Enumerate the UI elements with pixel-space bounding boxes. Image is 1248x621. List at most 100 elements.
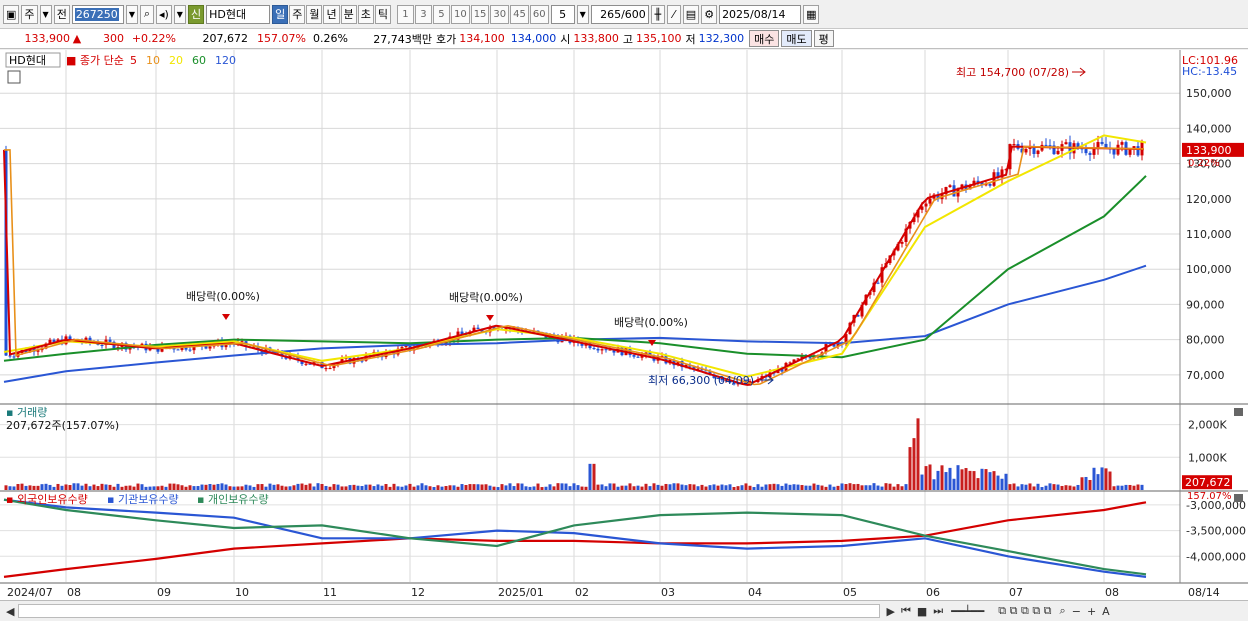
volume-bar <box>1128 484 1132 490</box>
volume-bar <box>1032 486 1036 490</box>
tab-4[interactable]: 분 <box>340 4 357 24</box>
volume-bar <box>396 486 400 490</box>
calendar-icon[interactable]: ▦ <box>803 4 820 24</box>
zoom-icon[interactable]: ⌕ <box>1060 604 1066 618</box>
volume-bar <box>1060 485 1064 490</box>
volume-bar <box>740 485 744 490</box>
volume-bar <box>304 484 308 490</box>
candle-type-icon[interactable]: ╫ <box>650 4 665 24</box>
interval-30[interactable]: 30 <box>490 4 510 24</box>
volume-bar <box>1064 485 1068 490</box>
volume-bar <box>644 483 648 490</box>
volume-bar <box>24 485 28 490</box>
volume-bar <box>792 484 796 490</box>
window-layout-icon[interactable]: ▣ <box>3 4 20 24</box>
tab-5[interactable]: 초 <box>357 4 374 24</box>
volume-bar <box>32 485 36 490</box>
volume-bar <box>824 486 828 490</box>
interval-60[interactable]: 60 <box>529 4 549 24</box>
volume-bar <box>848 483 852 490</box>
volume-bar <box>544 486 548 490</box>
interval-10[interactable]: 10 <box>450 4 470 24</box>
bottom-bar: ◀ ▶ ⏮ ■ ⏭ ━━┷━━ ⧉ ⧉ ⧉ ⧉ ⧉ ⌕ − + A <box>0 600 1248 621</box>
tab-0[interactable]: 일 <box>272 4 289 24</box>
date-value: 2025/08/14 <box>722 7 786 21</box>
interval-3[interactable]: 3 <box>414 4 432 24</box>
chevron-down-icon[interactable]: ▼ <box>39 4 52 24</box>
volume-bar <box>188 485 192 490</box>
volume-bar <box>772 483 776 490</box>
volume-bar <box>776 484 780 490</box>
speaker-dropdown-icon[interactable]: ▼ <box>173 4 186 24</box>
gear-icon[interactable]: ⚙ <box>701 4 718 24</box>
interval-input[interactable]: 5 <box>550 4 575 24</box>
volume-bar <box>416 485 420 490</box>
tab-3[interactable]: 년 <box>323 4 340 24</box>
interval-15[interactable]: 15 <box>470 4 490 24</box>
search-icon[interactable]: ⌕ <box>139 4 154 24</box>
first-page-icon[interactable]: ⏮ <box>901 604 911 618</box>
volume-bar <box>460 484 464 490</box>
volume-bar <box>496 487 500 490</box>
candle-body <box>1092 148 1096 155</box>
volume-bar <box>672 483 676 490</box>
volume-bar <box>704 486 708 490</box>
eval-button[interactable]: 평 <box>813 30 834 47</box>
count-input[interactable]: 265/600 <box>590 4 649 24</box>
interval-45[interactable]: 45 <box>510 4 529 24</box>
volume-bar <box>512 486 516 490</box>
toolbar: ▣ 주 ▼ 전 267250 ▼ ⌕ ◂) ▼ 신 HD현대 일주월년분초틱 1… <box>0 0 1248 29</box>
interval-1[interactable]: 1 <box>396 4 414 24</box>
volume-bar <box>488 485 492 490</box>
interval-5[interactable]: 5 <box>432 4 450 24</box>
candle-body <box>988 183 992 186</box>
chart-area[interactable]: 2024/07 08 09 10 11 12 2025/01 02 03 04 05 06 07 08 08… <box>0 50 1248 600</box>
candle-body <box>1084 148 1088 154</box>
tab-1[interactable]: 주 <box>289 4 306 24</box>
save-icon[interactable]: ▤ <box>682 4 700 24</box>
last-page-icon[interactable]: ⏭ <box>933 604 943 618</box>
period-select[interactable]: 주 <box>21 4 38 24</box>
horizontal-scrollbar[interactable] <box>18 604 881 618</box>
font-size-icon[interactable]: A <box>1102 605 1110 618</box>
candle-body <box>600 349 604 351</box>
volume-bar <box>480 484 484 490</box>
volume-bar <box>468 484 472 490</box>
volume-bar <box>264 486 268 490</box>
volume-bar <box>752 487 756 490</box>
speaker-icon[interactable]: ◂) <box>155 4 172 24</box>
volume-bar <box>1104 468 1108 490</box>
stop-icon[interactable]: ■ <box>917 605 927 618</box>
volume-bar <box>1072 486 1076 490</box>
volume-bar <box>924 466 928 490</box>
minus-icon[interactable]: − <box>1072 605 1081 618</box>
dividend-annotation-1: 배당락(0.00%) <box>449 291 523 304</box>
code-input[interactable]: 267250 <box>71 4 124 24</box>
window-icons[interactable]: ⧉ ⧉ ⧉ ⧉ ⧉ <box>998 604 1051 618</box>
volume-bar <box>276 484 280 490</box>
stock-name-field[interactable]: HD현대 <box>206 4 271 24</box>
interval-dropdown-icon[interactable]: ▼ <box>576 4 589 24</box>
volume-bar <box>536 483 540 490</box>
volume-pane-close-icon <box>1234 408 1243 416</box>
sell-button[interactable]: 매도 <box>781 30 812 47</box>
code-dropdown-icon[interactable]: ▼ <box>125 4 138 24</box>
tab-6[interactable]: 틱 <box>374 4 391 24</box>
price-pane-title: HD현대 <box>9 54 46 67</box>
candle-body <box>1088 153 1092 155</box>
ask-price: 134,100 <box>459 32 505 45</box>
prev-button[interactable]: 전 <box>53 4 70 24</box>
tab-2[interactable]: 월 <box>306 4 323 24</box>
volume-bar <box>292 485 296 490</box>
candle-body <box>324 368 328 370</box>
volume-bar <box>1092 467 1096 490</box>
draw-tool-icon[interactable]: ⁄ <box>666 4 681 24</box>
volume-bar <box>40 484 44 490</box>
scroll-left-icon[interactable]: ◀ <box>6 605 14 618</box>
plus-icon[interactable]: + <box>1087 605 1096 618</box>
date-input[interactable]: 2025/08/14 <box>719 4 802 24</box>
buy-button[interactable]: 매수 <box>749 30 780 47</box>
zoom-slider[interactable]: ━━┷━━ <box>951 605 984 618</box>
scroll-right-icon[interactable]: ▶ <box>886 605 894 618</box>
volume-bar <box>612 483 616 490</box>
